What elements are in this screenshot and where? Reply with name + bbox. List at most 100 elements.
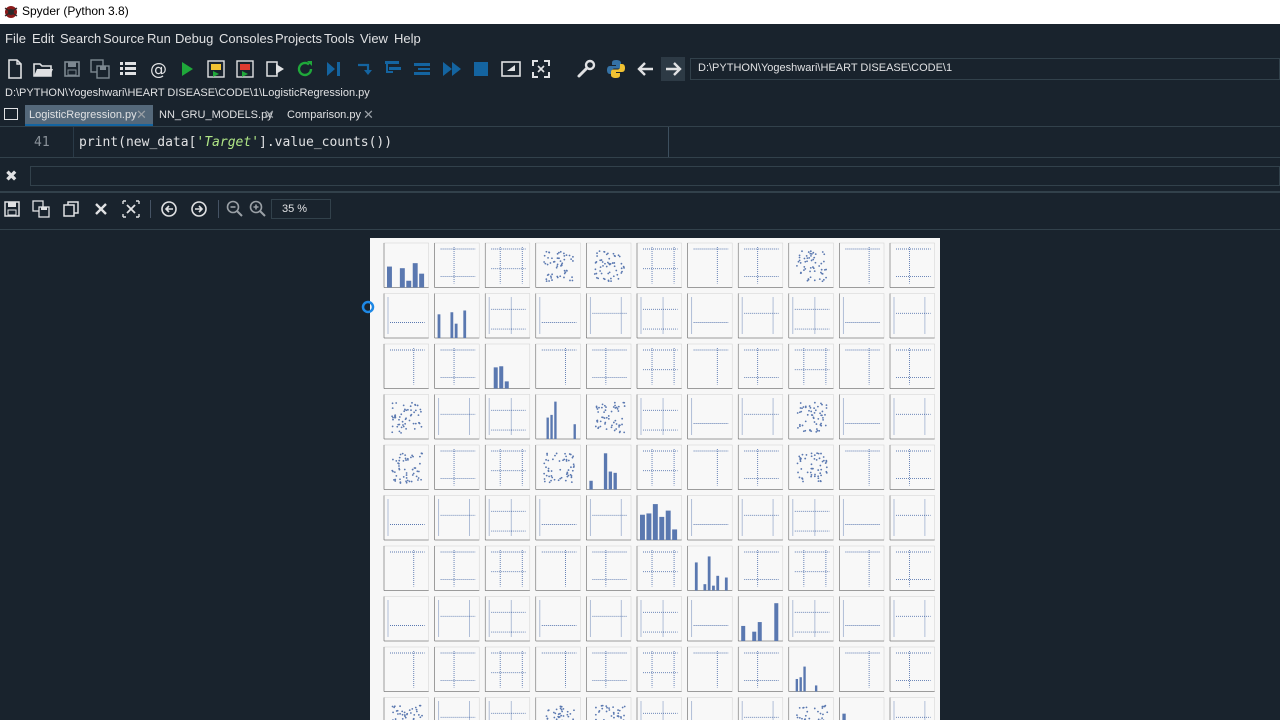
maximize-pane-icon[interactable] [499, 57, 523, 81]
subplot-cell [839, 242, 885, 288]
tab-comparison[interactable]: Comparison.py ✕ [283, 105, 379, 126]
plots-toolbar: 35 % [0, 196, 1280, 224]
edge-line [668, 127, 669, 157]
subplot-cell [383, 646, 429, 692]
subplot-cell [788, 444, 834, 490]
subplot-cell [434, 545, 480, 591]
save-icon[interactable] [60, 57, 84, 81]
python-path-icon[interactable] [604, 57, 628, 81]
subplot-cell [687, 444, 733, 490]
debug-icon[interactable] [322, 57, 346, 81]
subplot-cell [434, 697, 480, 720]
subplot-cell [586, 394, 632, 440]
menu-view[interactable]: View [360, 31, 388, 46]
code-editor[interactable]: 41 print(new_data['Target'].value_counts… [0, 126, 1280, 158]
subplot-cell [788, 495, 834, 541]
editor-file-path: D:\PYTHON\Yogeshwari\HEART DISEASE\CODE\… [5, 87, 370, 99]
step-icon[interactable] [352, 57, 376, 81]
next-plot-icon[interactable] [189, 199, 209, 219]
menu-source[interactable]: Source [103, 31, 144, 46]
title-bar: Spyder (Python 3.8) [0, 0, 1280, 24]
menu-consoles[interactable]: Consoles [219, 31, 273, 46]
menu-help[interactable]: Help [394, 31, 421, 46]
list-icon[interactable] [116, 57, 140, 81]
subplot-cell [586, 697, 632, 720]
subplot-cell [687, 545, 733, 591]
subplot-cell [788, 646, 834, 692]
tab-label: NN_GRU_MODELS.py [159, 109, 273, 121]
open-file-icon[interactable] [31, 57, 55, 81]
browse-tabs-icon[interactable] [4, 108, 18, 120]
step-into-icon[interactable] [381, 57, 405, 81]
subplot-cell [889, 242, 935, 288]
tab-label: Comparison.py [287, 109, 361, 121]
subplot-cell [636, 444, 682, 490]
subplot-cell [636, 394, 682, 440]
subplot-cell [737, 293, 784, 339]
subplot-cell [434, 444, 480, 490]
menu-file[interactable]: File [5, 31, 26, 46]
zoom-level-field[interactable]: 35 % [271, 199, 331, 219]
step-return-icon[interactable] [410, 57, 434, 81]
zoom-level-text: 35 % [282, 203, 308, 215]
menu-debug[interactable]: Debug [175, 31, 213, 46]
subplot-cell [839, 444, 885, 490]
preferences-wrench-icon[interactable] [574, 57, 598, 81]
stop-icon[interactable] [469, 57, 493, 81]
save-plot-icon[interactable] [2, 199, 22, 219]
subplot-cell [839, 394, 885, 440]
zoom-in-icon[interactable] [248, 199, 268, 219]
subplot-cell [484, 343, 531, 389]
run-cell-advance-icon[interactable] [233, 57, 257, 81]
copy-plot-icon[interactable] [61, 199, 81, 219]
rerun-icon[interactable] [293, 57, 317, 81]
subplot-cell [788, 293, 834, 339]
subplot-cell [535, 394, 581, 440]
remove-plot-icon[interactable] [91, 199, 111, 219]
zoom-out-icon[interactable] [225, 199, 245, 219]
forward-arrow-icon[interactable] [661, 57, 685, 81]
subplot-cell [687, 343, 733, 389]
save-all-icon[interactable] [88, 57, 112, 81]
tab-logisticregression[interactable]: LogisticRegression.py ✕ [25, 105, 153, 126]
menu-tools[interactable]: Tools [324, 31, 354, 46]
pane-splitter[interactable] [0, 191, 1280, 193]
new-file-icon[interactable] [3, 57, 27, 81]
subplot-cell [687, 697, 733, 720]
run-cell-icon[interactable] [204, 57, 228, 81]
run-icon[interactable] [175, 57, 199, 81]
subplot-cell [484, 596, 531, 642]
tab-nn-gru-models[interactable]: NN_GRU_MODELS.py ✕ [155, 105, 279, 126]
back-arrow-icon[interactable] [634, 57, 658, 81]
previous-plot-icon[interactable] [159, 199, 179, 219]
menu-run[interactable]: Run [147, 31, 171, 46]
working-directory-field[interactable]: D:\PYTHON\Yogeshwari\HEART DISEASE\CODE\… [690, 58, 1280, 80]
menu-edit[interactable]: Edit [32, 31, 54, 46]
subplot-cell [586, 596, 632, 642]
subplot-cell [535, 545, 581, 591]
fullscreen-icon[interactable] [529, 57, 553, 81]
tab-close-icon[interactable]: ✕ [264, 107, 275, 123]
tab-close-icon[interactable]: ✕ [363, 107, 374, 123]
find-replace-bar: ✖ [0, 166, 1280, 188]
tab-close-icon[interactable]: ✕ [136, 107, 147, 123]
loading-spinner-icon [361, 300, 375, 314]
continue-icon[interactable] [440, 57, 464, 81]
pairplot-figure[interactable] [370, 238, 940, 720]
subplot-cell [484, 394, 531, 440]
subplot-cell [889, 394, 935, 440]
find-input[interactable] [30, 166, 1280, 186]
remove-all-plots-icon[interactable] [121, 199, 141, 219]
subplot-cell [788, 343, 834, 389]
menu-projects[interactable]: Projects [275, 31, 322, 46]
close-icon[interactable]: ✖ [5, 167, 18, 185]
run-selection-icon[interactable] [263, 57, 287, 81]
toolbar-separator [150, 200, 151, 218]
subplot-cell [434, 495, 480, 541]
subplot-cell [788, 545, 834, 591]
save-all-plots-icon[interactable] [31, 199, 51, 219]
code-prefix: print(new_data[ [79, 135, 197, 150]
menu-search[interactable]: Search [60, 31, 101, 46]
code-line[interactable]: print(new_data['Target'].value_counts()) [79, 135, 392, 150]
at-symbol-icon[interactable]: @ [146, 57, 170, 81]
